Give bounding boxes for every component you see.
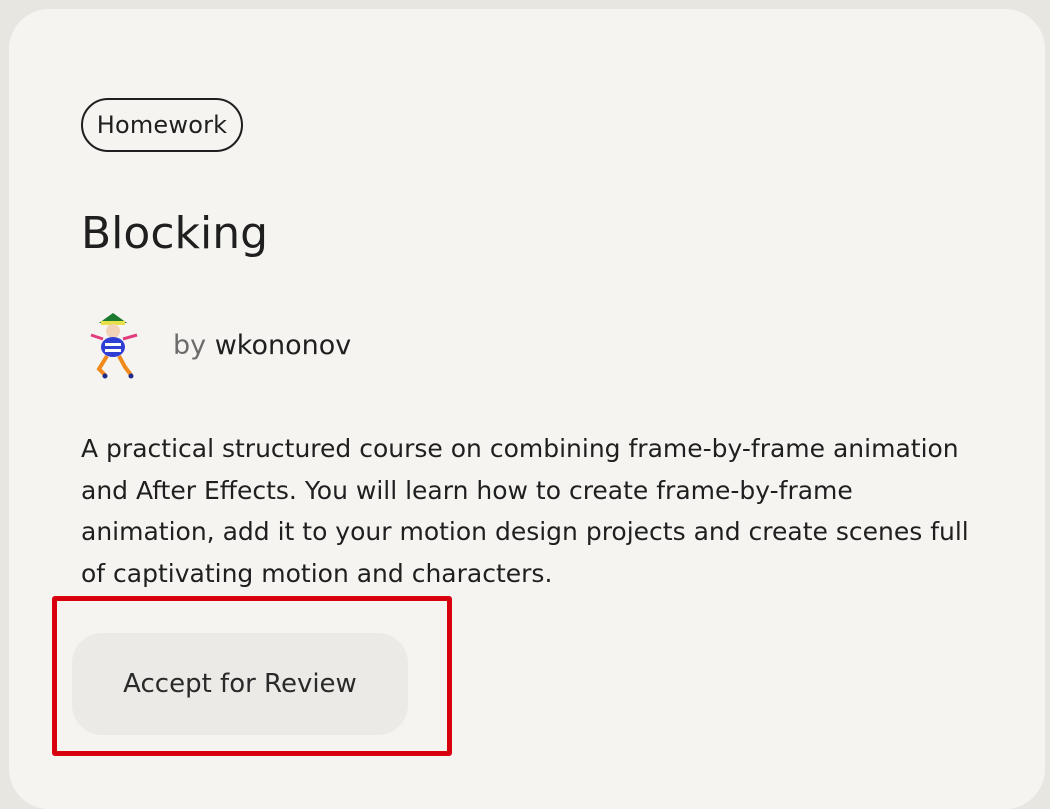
- by-label: by: [173, 329, 207, 361]
- author-byline: by wkononov: [173, 330, 351, 361]
- card-title: Blocking: [81, 208, 269, 259]
- course-description: A practical structured course on combini…: [81, 434, 969, 588]
- accept-for-review-button[interactable]: Accept for Review: [72, 633, 408, 735]
- homework-tag: Homework: [81, 98, 243, 152]
- author-name-link[interactable]: wkononov: [215, 330, 352, 361]
- author-row: by wkononov: [81, 309, 351, 381]
- character-avatar-icon[interactable]: [81, 309, 145, 381]
